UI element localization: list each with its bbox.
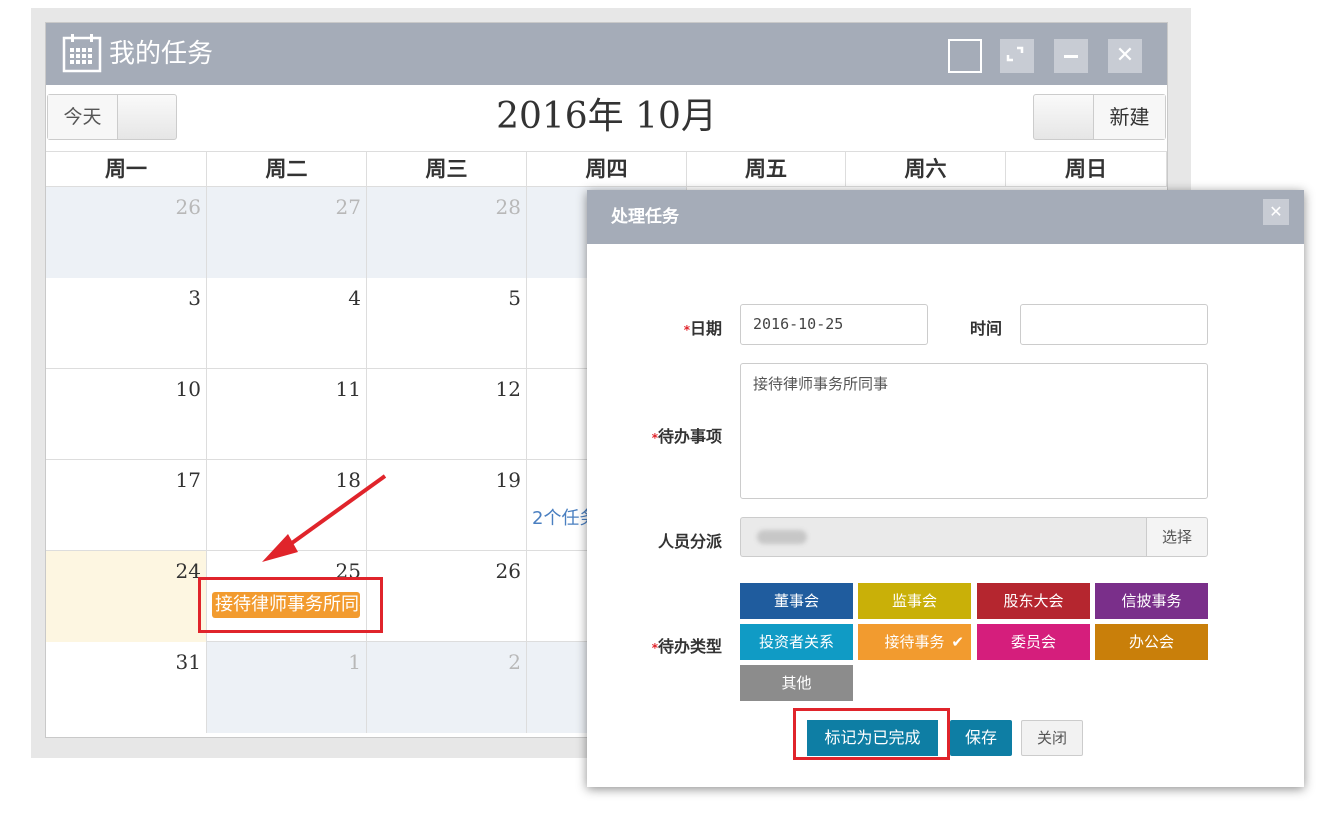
day-number: 27 (335, 195, 361, 219)
type-tag[interactable]: 其他 (740, 665, 853, 701)
check-icon: ✔ (951, 633, 964, 651)
blurred-assignee (757, 530, 807, 544)
close-icon: ✕ (1115, 43, 1135, 68)
type-tag[interactable]: 监事会 (858, 583, 971, 619)
todo-label: *待办事项 (607, 423, 722, 447)
assignee-field[interactable] (740, 517, 1146, 557)
day-number: 5 (508, 286, 521, 310)
todo-label-text: 待办事项 (657, 427, 722, 446)
restore-button[interactable] (1000, 39, 1034, 73)
weekday-fri: 周五 (687, 152, 846, 186)
type-tag-selected[interactable]: 接待事务 ✔ (858, 624, 971, 660)
day-number: 10 (175, 377, 201, 401)
day-cell[interactable]: 2 (367, 642, 527, 733)
day-cell[interactable]: 5 (367, 278, 527, 369)
close-button[interactable]: 关闭 (1021, 720, 1083, 756)
todo-textarea[interactable]: 接待律师事务所同事 (740, 363, 1208, 499)
minimize-icon (1064, 55, 1078, 58)
month-title: 2016年 10月 (496, 96, 717, 137)
expand-icon (1006, 46, 1024, 62)
save-button[interactable]: 保存 (950, 720, 1012, 756)
type-tag[interactable]: 办公会 (1095, 624, 1208, 660)
day-number: 1 (348, 650, 361, 674)
type-label-text: 待办类型 (657, 637, 722, 656)
assignee-label: 人员分派 (657, 532, 722, 551)
day-number: 26 (495, 559, 521, 583)
type-label: *待办类型 (607, 633, 722, 657)
weekday-header: 周一 周二 周三 周四 周五 周六 周日 (46, 151, 1167, 187)
calendar-icon (62, 34, 102, 73)
day-cell[interactable]: 10 (46, 369, 207, 460)
day-number: 12 (495, 377, 521, 401)
day-number: 18 (335, 468, 361, 492)
day-number: 19 (495, 468, 521, 492)
window-box-button[interactable] (948, 39, 982, 73)
day-cell-today[interactable]: 24 (46, 551, 207, 642)
date-label: *日期 (627, 315, 722, 339)
day-cell[interactable]: 11 (207, 369, 367, 460)
day-cell[interactable]: 4 (207, 278, 367, 369)
day-number: 28 (495, 195, 521, 219)
task-dialog: 处理任务 ✕ *日期 2016-10-25 时间 *待办事项 接待律师事务所同事… (587, 190, 1304, 787)
day-number: 26 (175, 195, 201, 219)
type-tag-label: 接待事务 (884, 633, 945, 651)
day-number: 3 (188, 286, 201, 310)
day-number: 4 (348, 286, 361, 310)
dialog-header: 处理任务 ✕ (587, 190, 1304, 244)
dialog-close-icon[interactable]: ✕ (1263, 199, 1289, 225)
time-label: 时间 (969, 319, 1002, 338)
type-tag[interactable]: 信披事务 (1095, 583, 1208, 619)
window-titlebar: 我的任务 ✕ (46, 23, 1167, 85)
calendar-toolbar: 今天 2016年 10月 新建 (46, 85, 1167, 153)
weekday-mon: 周一 (46, 152, 207, 186)
weekday-tue: 周二 (207, 152, 367, 186)
day-cell[interactable]: 12 (367, 369, 527, 460)
day-cell[interactable]: 31 (46, 642, 207, 733)
annotation-highlight-button (793, 708, 950, 760)
day-number: 2 (508, 650, 521, 674)
weekday-sat: 周六 (846, 152, 1006, 186)
day-cell[interactable]: 17 (46, 460, 207, 551)
day-cell[interactable]: 28 (367, 187, 527, 278)
annotation-highlight-event (198, 577, 383, 633)
type-tag[interactable]: 委员会 (977, 624, 1090, 660)
type-tag[interactable]: 董事会 (740, 583, 853, 619)
weekday-wed: 周三 (367, 152, 527, 186)
day-cell[interactable]: 19 (367, 460, 527, 551)
day-number: 11 (335, 377, 361, 401)
select-button[interactable]: 选择 (1146, 517, 1208, 557)
type-tag[interactable]: 股东大会 (977, 583, 1090, 619)
window-title: 我的任务 (109, 39, 214, 69)
day-cell[interactable]: 1 (207, 642, 367, 733)
weekday-sun: 周日 (1006, 152, 1167, 186)
minimize-button[interactable] (1054, 39, 1088, 73)
window-close-button[interactable]: ✕ (1108, 39, 1142, 73)
weekday-thu: 周四 (527, 152, 687, 186)
date-input[interactable]: 2016-10-25 (740, 304, 928, 345)
type-tag[interactable]: 投资者关系 (740, 624, 853, 660)
dialog-title: 处理任务 (611, 207, 679, 227)
day-cell[interactable]: 26 (46, 187, 207, 278)
day-cell[interactable]: 3 (46, 278, 207, 369)
day-cell[interactable]: 26 (367, 551, 527, 642)
day-number: 17 (175, 468, 201, 492)
day-cell[interactable]: 27 (207, 187, 367, 278)
day-number: 31 (175, 650, 201, 674)
day-cell[interactable]: 18 (207, 460, 367, 551)
date-label-text: 日期 (689, 319, 722, 338)
new-button[interactable]: 新建 (1033, 94, 1166, 140)
time-input[interactable] (1020, 304, 1208, 345)
new-label: 新建 (1093, 95, 1165, 139)
